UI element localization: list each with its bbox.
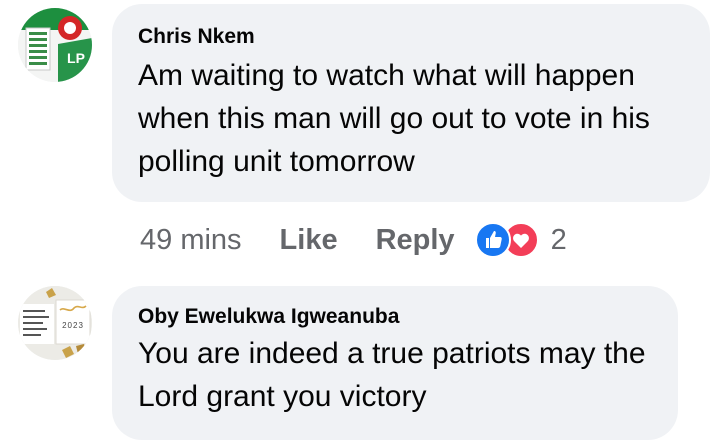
comment-timestamp[interactable]: 49 mins	[140, 224, 242, 257]
avatar[interactable]: LP	[18, 8, 92, 82]
new-year-card-avatar-image: 2023	[18, 286, 92, 360]
reply-button[interactable]: Reply	[376, 224, 455, 257]
reaction-count: 2	[550, 223, 567, 256]
comment-chris-nkem: LP Chris Nkem Am waiting to watch what w…	[0, 0, 720, 270]
avatar-badge-text: LP	[67, 50, 85, 66]
avatar-year-text: 2023	[62, 321, 84, 330]
comment-oby-ewelukwa-igweanuba: 2023 Oby Ewelukwa Igweanuba You are inde…	[0, 270, 720, 445]
comment-bubble: Chris Nkem Am waiting to watch what will…	[112, 4, 710, 202]
comment-text: You are indeed a true patriots may the L…	[138, 337, 646, 413]
comment-actions: 49 mins Like Reply 2	[140, 220, 567, 260]
reactions-summary[interactable]: 2	[474, 222, 567, 258]
comment-author[interactable]: Chris Nkem	[138, 24, 688, 50]
comment-author[interactable]: Oby Ewelukwa Igweanuba	[138, 304, 656, 330]
avatar[interactable]: 2023	[18, 286, 92, 360]
like-icon	[474, 222, 511, 258]
comment-text: Am waiting to watch what will happen whe…	[138, 59, 650, 178]
party-logo-avatar-image: LP	[18, 8, 92, 82]
comment-bubble: Oby Ewelukwa Igweanuba You are indeed a …	[112, 286, 678, 440]
like-button[interactable]: Like	[280, 224, 338, 257]
